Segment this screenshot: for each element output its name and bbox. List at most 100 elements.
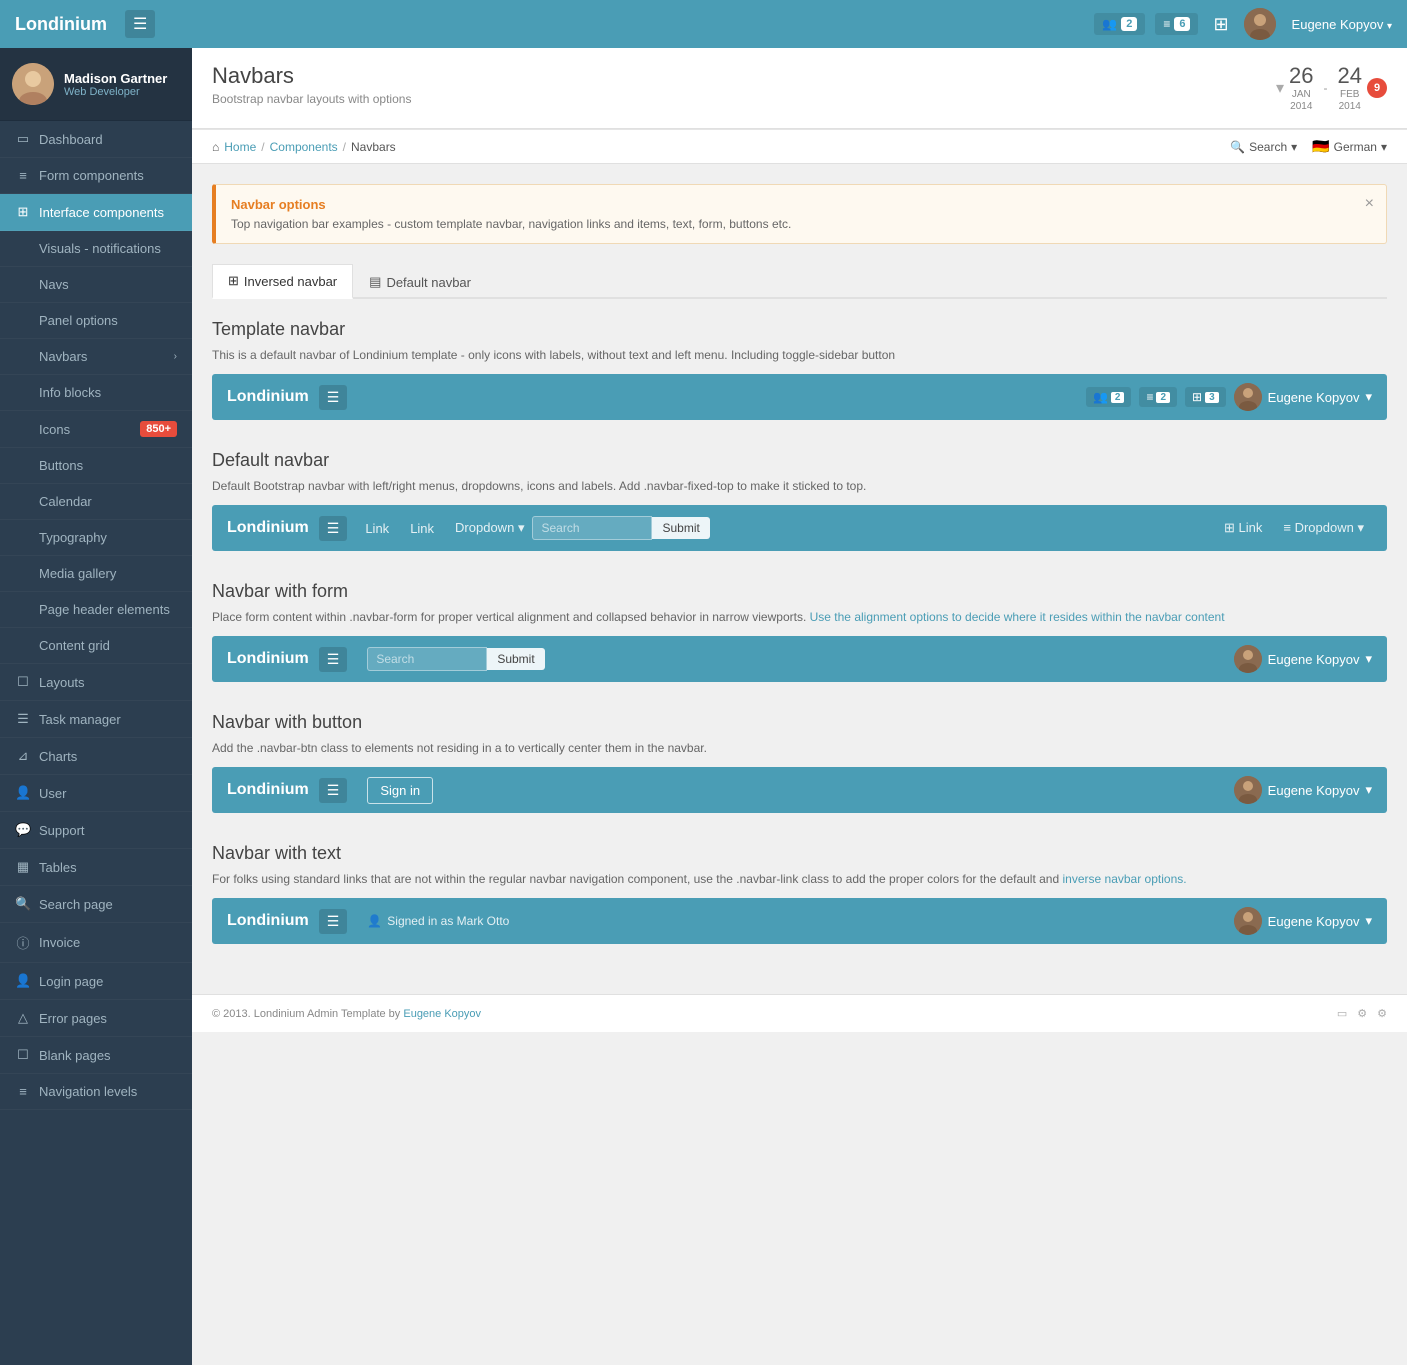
date-end-day: 24	[1338, 63, 1362, 89]
sidebar-item-navigation-levels[interactable]: ≡Navigation levels	[0, 1074, 192, 1110]
footer-author-link[interactable]: Eugene Kopyov	[403, 1008, 481, 1020]
settings-icon[interactable]: ⚙	[1357, 1007, 1367, 1020]
demo-toggle5[interactable]: ☰	[319, 909, 348, 934]
sidebar-item-icons[interactable]: Icons 850+	[0, 411, 192, 448]
sidebar-item-error-pages[interactable]: △Error pages	[0, 1000, 192, 1037]
header-users-badge[interactable]: 👥 2	[1094, 13, 1145, 35]
date-end: 24 FEB 2014	[1338, 63, 1362, 113]
demo-users-badge[interactable]: 👥 2	[1086, 387, 1132, 407]
date-start-month: JAN 2014	[1289, 89, 1313, 113]
sidebar-item-search-page[interactable]: 🔍Search page	[0, 886, 192, 923]
sidebar-item-form-components[interactable]: ≡Form components	[0, 158, 192, 194]
gear-icon[interactable]: ⚙	[1377, 1007, 1387, 1020]
language-button[interactable]: 🇩🇪 German ▾	[1312, 138, 1387, 155]
demo-toggle[interactable]: ☰	[319, 385, 348, 410]
date-range: ▾ 26 JAN 2014 - 24 FEB 2014 9	[1276, 63, 1387, 113]
breadcrumb-sep1: /	[261, 140, 264, 154]
content-area: Navbars Bootstrap navbar layouts with op…	[192, 48, 1407, 1365]
section-template-navbar: Template navbar This is a default navbar…	[212, 319, 1387, 420]
section-text-desc: For folks using standard links that are …	[212, 872, 1387, 886]
demo-link2[interactable]: Link	[402, 521, 442, 536]
header-menu-icon[interactable]: ☰	[125, 10, 155, 38]
sidebar-item-typography[interactable]: Typography	[0, 520, 192, 556]
sidebar-item-user[interactable]: 👤User	[0, 775, 192, 812]
header-username[interactable]: Eugene Kopyov ▾	[1292, 17, 1392, 32]
sidebar-item-layouts[interactable]: ☐Layouts	[0, 664, 192, 701]
users-count: 2	[1121, 17, 1137, 31]
demo-users-count: 2	[1111, 392, 1125, 403]
sidebar-item-navbars[interactable]: Navbars ›	[0, 339, 192, 375]
demo-dropdown1[interactable]: Dropdown ▾	[447, 520, 532, 536]
demo-tasks-badge[interactable]: ≡ 2	[1139, 387, 1177, 407]
demo-user-wrap[interactable]: Eugene Kopyov ▾	[1234, 383, 1372, 411]
sidebar-label: Media gallery	[39, 566, 116, 581]
grid-icon[interactable]: ⊞	[1208, 14, 1233, 35]
tabs: ⊞ Inversed navbar ▤ Default navbar	[212, 264, 1387, 297]
sidebar-item-login[interactable]: 👤Login page	[0, 963, 192, 1000]
header-tasks-badge[interactable]: ≡ 6	[1155, 13, 1198, 35]
demo-form-navbar: Londinium ☰ Submit Eugene Kopyov ▾	[212, 636, 1387, 682]
sidebar-item-support[interactable]: 💬Support	[0, 812, 192, 849]
monitor-icon[interactable]: ▭	[1337, 1007, 1347, 1020]
footer-text: © 2013. Londinium Admin Template by Euge…	[212, 1008, 481, 1020]
demo-toggle3[interactable]: ☰	[319, 647, 348, 672]
demo-nav-links-right: ⊞ Link ≡ Dropdown ▾	[1216, 520, 1372, 536]
sidebar-username: Madison Gartner	[64, 71, 167, 86]
sidebar-item-page-header[interactable]: Page header elements	[0, 592, 192, 628]
tab-inversed-navbar[interactable]: ⊞ Inversed navbar	[212, 264, 353, 299]
sign-in-button[interactable]: Sign in	[367, 777, 433, 804]
sidebar-item-media-gallery[interactable]: Media gallery	[0, 556, 192, 592]
demo-submit-btn[interactable]: Submit	[652, 517, 709, 539]
section-default-desc: Default Bootstrap navbar with left/right…	[212, 479, 1387, 493]
sidebar-item-content-grid[interactable]: Content grid	[0, 628, 192, 664]
user-icon: 👤	[15, 785, 31, 801]
sidebar-item-panel-options[interactable]: Panel options	[0, 303, 192, 339]
demo-nav-icons: 👥 2 ≡ 2 ⊞ 3	[1086, 383, 1372, 411]
demo-link3[interactable]: ⊞ Link	[1216, 520, 1270, 536]
sidebar-item-visuals[interactable]: Visuals - notifications	[0, 231, 192, 267]
demo-toggle2[interactable]: ☰	[319, 516, 348, 541]
sidebar-item-invoice[interactable]: ⓘInvoice	[0, 923, 192, 963]
sidebar-item-blank-pages[interactable]: ☐Blank pages	[0, 1037, 192, 1074]
search-button[interactable]: 🔍 Search ▾	[1230, 140, 1297, 154]
sidebar-item-interface-components[interactable]: ⊞Interface components	[0, 194, 192, 231]
sidebar-label: Visuals - notifications	[39, 241, 161, 256]
user-avatar	[1244, 8, 1276, 40]
flag-icon: 🇩🇪	[1312, 138, 1329, 155]
dropdown2-caret: ▾	[1357, 520, 1364, 535]
demo-toggle4[interactable]: ☰	[319, 778, 348, 803]
sidebar-item-tables[interactable]: ▦Tables	[0, 849, 192, 886]
demo-search-input[interactable]	[532, 516, 652, 540]
sidebar-label: Support	[39, 823, 85, 838]
demo-form-submit-btn[interactable]: Submit	[487, 648, 544, 670]
date-separator: -	[1324, 81, 1328, 95]
demo-brand3: Londinium	[227, 650, 309, 668]
demo-link1[interactable]: Link	[357, 521, 397, 536]
demo-text-user-wrap[interactable]: Eugene Kopyov ▾	[1234, 907, 1372, 935]
demo-grid-badge[interactable]: ⊞ 3	[1185, 387, 1226, 407]
breadcrumb-home[interactable]: Home	[224, 140, 256, 154]
alert-close-button[interactable]: ×	[1365, 195, 1374, 213]
sidebar-item-info-blocks[interactable]: Info blocks	[0, 375, 192, 411]
sidebar-item-buttons[interactable]: Buttons	[0, 448, 192, 484]
breadcrumb-components[interactable]: Components	[270, 140, 338, 154]
user-text-icon: 👤	[367, 914, 382, 928]
sidebar-item-task-manager[interactable]: ☰Task manager	[0, 701, 192, 738]
demo-form-search-input[interactable]	[367, 647, 487, 671]
sidebar-item-navs[interactable]: Navs	[0, 267, 192, 303]
demo-form-user-wrap[interactable]: Eugene Kopyov ▾	[1234, 645, 1372, 673]
section-navbar-text: Navbar with text For folks using standar…	[212, 843, 1387, 944]
error-icon: △	[15, 1010, 31, 1026]
demo-button-user-wrap[interactable]: Eugene Kopyov ▾	[1234, 776, 1372, 804]
sidebar-item-calendar[interactable]: Calendar	[0, 484, 192, 520]
tab-default-navbar[interactable]: ▤ Default navbar	[353, 264, 487, 299]
demo-dropdown2[interactable]: ≡ Dropdown ▾	[1275, 520, 1372, 536]
demo-form-avatar	[1234, 645, 1262, 673]
sidebar-label: Navigation levels	[39, 1084, 137, 1099]
invoice-icon: ⓘ	[15, 933, 31, 952]
sidebar-item-dashboard[interactable]: ▭Dashboard	[0, 121, 192, 158]
breadcrumb-right: 🔍 Search ▾ 🇩🇪 German ▾	[1230, 138, 1387, 155]
page-title: Navbars	[212, 63, 411, 89]
sidebar-item-charts[interactable]: ⊿Charts	[0, 738, 192, 775]
search-icon: 🔍	[1230, 140, 1245, 154]
